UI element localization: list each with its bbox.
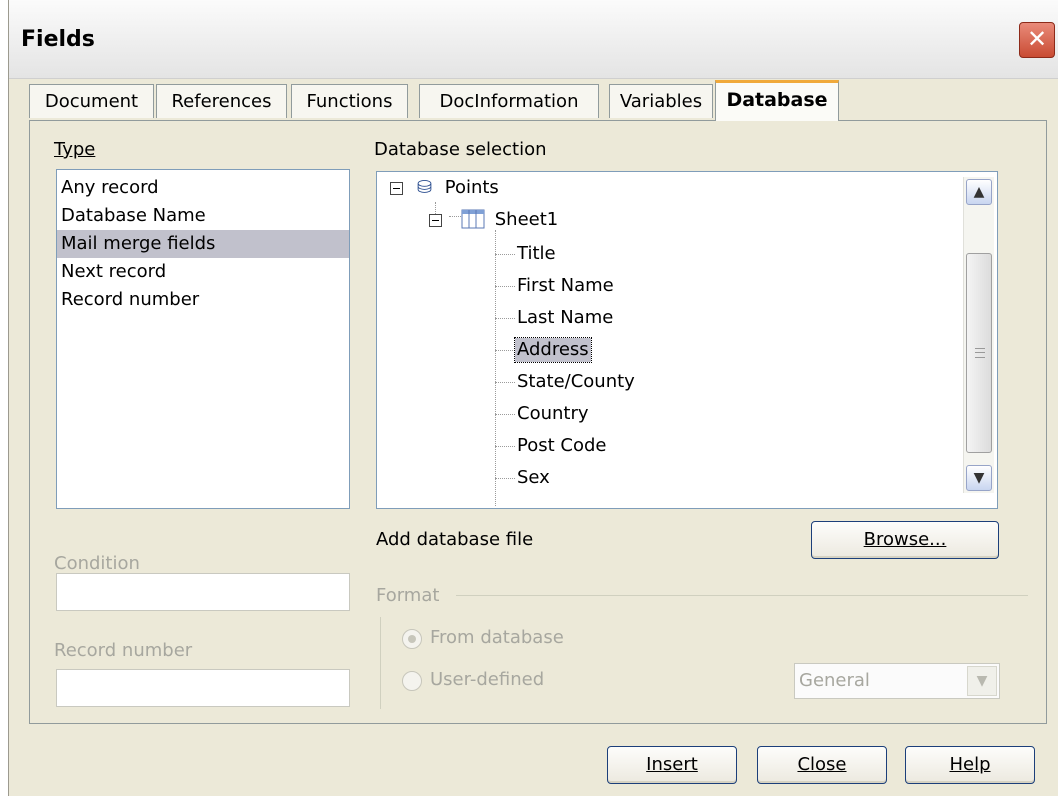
type-item-record-number[interactable]: Record number [57,286,349,314]
tab-functions[interactable]: Functions [291,84,408,118]
user-defined-label: User-defined [430,669,545,690]
add-database-file-label: Add database file [376,529,534,550]
database-icon: ⛁ [417,177,433,198]
tree-node-sheet1[interactable]: Sheet1 [461,208,558,232]
tab-database[interactable]: Database [715,80,839,121]
type-item-next-record[interactable]: Next record [57,258,349,286]
field-title[interactable]: Title [517,242,556,266]
insert-label: Insert [646,754,698,775]
database-selection-label: Database selection [374,139,547,160]
field-first-name[interactable]: First Name [517,274,614,298]
type-item-database-name[interactable]: Database Name [57,202,349,230]
format-select-value: General [799,670,870,691]
type-listbox[interactable]: Any record Database Name Mail merge fiel… [56,169,350,509]
title-bar: Fields ✕ [9,0,1058,79]
tree-connector [495,318,515,319]
tree-scrollbar[interactable]: ▲ ▼ [963,177,994,493]
browse-label: Browse... [863,529,947,550]
scroll-down-icon[interactable]: ▼ [966,465,992,491]
tab-variables[interactable]: Variables [609,84,713,118]
tree-connector [495,382,515,383]
scroll-thumb[interactable] [966,253,992,453]
format-divider [456,595,1028,596]
tab-docinformation[interactable]: DocInformation [419,84,599,118]
table-icon [461,209,489,229]
close-window-icon[interactable]: ✕ [1019,22,1055,58]
grip-icon [975,348,985,358]
condition-label: Condition [54,553,140,574]
tree-connector [495,286,515,287]
type-item-any-record[interactable]: Any record [57,174,349,202]
from-database-radio[interactable] [402,629,422,649]
tree-connector [495,350,515,351]
field-sex[interactable]: Sex [517,466,550,490]
tab-document[interactable]: Document [29,84,154,118]
field-post-code[interactable]: Post Code [517,434,606,458]
close-label: Close [797,754,847,775]
user-defined-radio[interactable] [402,671,422,691]
type-label: Type [54,139,96,160]
database-tab-panel: Type Any record Database Name Mail merge… [29,120,1047,724]
scroll-up-icon[interactable]: ▲ [966,179,992,205]
tree-connector [495,254,515,255]
field-last-name[interactable]: Last Name [517,306,613,330]
tree-connector [495,414,515,415]
field-country[interactable]: Country [517,402,589,426]
type-item-mail-merge-fields[interactable]: Mail merge fields [57,230,349,258]
field-state-county[interactable]: State/County [517,370,635,394]
collapse-points-icon[interactable] [390,182,403,195]
database-tree[interactable]: ⛁ Points Sheet1 Title First Name Last Na… [376,171,998,509]
condition-input[interactable] [56,573,350,611]
chevron-down-icon[interactable]: ▼ [967,666,997,696]
close-button[interactable]: Close [757,746,887,784]
record-number-label: Record number [54,640,193,661]
help-label: Help [949,754,991,775]
tree-connector [495,446,515,447]
tree-node-points[interactable]: ⛁ Points [417,176,499,200]
format-select[interactable]: General ▼ [794,663,1000,699]
from-database-label: From database [430,627,564,648]
tree-connector [495,230,496,506]
collapse-sheet1-icon[interactable] [429,214,442,227]
browse-button[interactable]: Browse... [811,521,999,559]
record-number-input[interactable] [56,669,350,707]
insert-button[interactable]: Insert [607,746,737,784]
tab-references[interactable]: References [156,84,287,118]
tree-node-label: Points [444,177,499,198]
format-vertical-divider [380,617,381,709]
format-label: Format [376,585,440,606]
fields-dialog: Fields ✕ Document References Functions D… [8,0,1058,796]
help-button[interactable]: Help [905,746,1035,784]
tree-connector [495,478,515,479]
dialog-title: Fields [21,27,95,52]
tree-node-label: Sheet1 [494,209,559,230]
field-address[interactable]: Address [514,337,592,363]
